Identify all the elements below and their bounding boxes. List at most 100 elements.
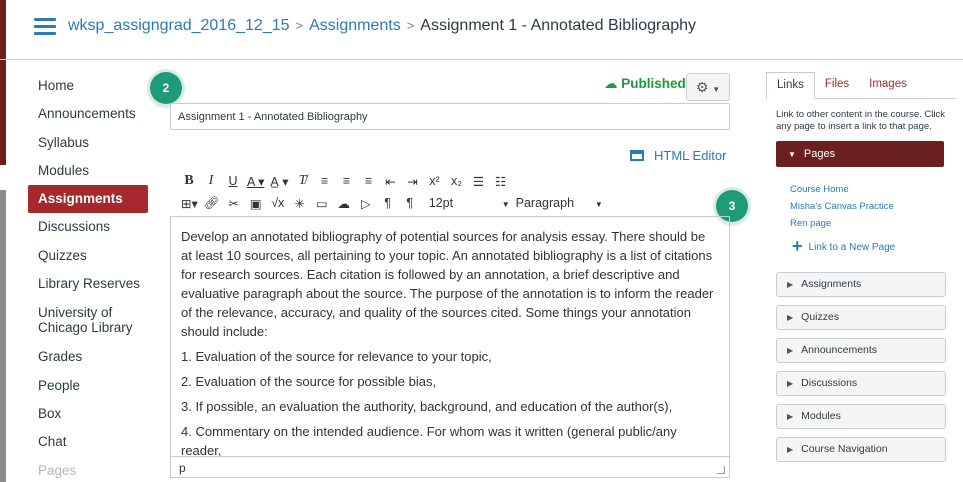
- clear-formatting-icon[interactable]: T̸: [292, 173, 314, 189]
- underline-button[interactable]: U: [222, 174, 244, 188]
- breadcrumb-current: Assignment 1 - Annotated Bibliography: [420, 17, 697, 34]
- editor-statusbar: p: [170, 456, 730, 478]
- nav-item-announcements[interactable]: Announcements: [28, 100, 148, 128]
- page-link-course-home[interactable]: Course Home: [790, 181, 956, 198]
- editor-paragraph: 4. Commentary on the intended audience. …: [181, 424, 677, 456]
- resize-handle-icon[interactable]: [717, 466, 725, 474]
- media-icon[interactable]: ▷: [355, 196, 377, 211]
- step-badge-2: 2: [150, 72, 182, 104]
- published-status[interactable]: ☁ Published: [604, 76, 686, 92]
- accordion-label: Course Navigation: [801, 443, 888, 455]
- plus-icon: +: [792, 236, 803, 256]
- accordion-label: Announcements: [801, 344, 878, 356]
- editor-paragraph: 2. Evaluation of the source for possible…: [181, 374, 437, 389]
- math-icon[interactable]: √x: [267, 196, 289, 210]
- nav-item-discussions[interactable]: Discussions: [28, 213, 148, 241]
- rtl-icon[interactable]: ¶: [399, 196, 421, 210]
- breadcrumb: wksp_assigngrad_2016_12_15 > Assignments > A…: [68, 17, 696, 35]
- caret-right-icon: ▶: [787, 412, 794, 421]
- nav-item-syllabus[interactable]: Syllabus: [28, 129, 148, 157]
- image-icon[interactable]: ▣: [245, 196, 267, 211]
- block-format-value: Paragraph: [515, 196, 575, 210]
- indent-icon[interactable]: ⇥: [402, 174, 424, 189]
- new-page-link[interactable]: + Link to a New Page: [792, 236, 956, 256]
- tab-files[interactable]: Files: [815, 72, 859, 98]
- caret-down-icon: ▼: [594, 200, 603, 209]
- links-help-text: Link to other content in the course. Cli…: [776, 109, 945, 132]
- settings-menu-button[interactable]: ⚙ ▼: [686, 73, 730, 101]
- table-icon[interactable]: ⊞▾: [178, 196, 201, 211]
- accordion-modules[interactable]: ▶ Modules: [776, 404, 946, 429]
- editor-paragraph: Develop an annotated bibliography of pot…: [181, 229, 714, 339]
- nav-item-library-reserves[interactable]: Library Reserves: [28, 270, 148, 298]
- accordion-quizzes[interactable]: ▶ Quizzes: [776, 305, 946, 330]
- align-right-icon[interactable]: ≡: [358, 174, 380, 188]
- align-center-icon[interactable]: ≡: [336, 174, 358, 188]
- chevron-right-icon: >: [406, 18, 415, 33]
- superscript-icon[interactable]: x²: [424, 174, 446, 188]
- page-header: wksp_assigngrad_2016_12_15 > Assignments > A…: [0, 0, 963, 60]
- pages-header-label: Pages: [803, 148, 836, 160]
- html-editor-link[interactable]: HTML Editor: [630, 148, 726, 163]
- ltr-icon[interactable]: ¶: [377, 196, 399, 210]
- subscript-icon[interactable]: x₂: [446, 174, 468, 188]
- bold-button[interactable]: B: [178, 173, 200, 189]
- nav-item-home[interactable]: Home: [28, 72, 148, 100]
- chevron-right-icon: >: [295, 18, 304, 33]
- content-selector-panel: Links Files Images Link to other content…: [766, 72, 956, 470]
- published-label: Published: [621, 76, 686, 91]
- html-editor-label: HTML Editor: [654, 148, 727, 163]
- bullet-list-icon[interactable]: ☰: [468, 174, 490, 189]
- page-link-ren-page[interactable]: Ren page: [790, 215, 956, 232]
- box-icon[interactable]: ▭: [311, 196, 333, 211]
- pages-accordion-header[interactable]: ▼ Pages: [776, 141, 944, 167]
- numbered-list-icon[interactable]: ☷: [490, 174, 512, 189]
- nav-item-chat[interactable]: Chat: [28, 428, 148, 456]
- nav-item-modules[interactable]: Modules: [28, 157, 148, 185]
- nav-item-pages[interactable]: Pages: [28, 457, 148, 482]
- unlink-icon[interactable]: ✂: [223, 196, 245, 211]
- accordion-label: Quizzes: [801, 311, 840, 323]
- accordion-discussions[interactable]: ▶ Discussions: [776, 371, 946, 396]
- cloud-icon[interactable]: ☁: [333, 196, 355, 211]
- content-tabs: Links Files Images: [766, 72, 956, 99]
- align-left-icon[interactable]: ≡: [314, 174, 336, 188]
- tab-images[interactable]: Images: [859, 72, 917, 98]
- caret-right-icon: ▶: [787, 346, 794, 355]
- caret-right-icon: ▶: [787, 313, 794, 322]
- nav-item-people[interactable]: People: [28, 372, 148, 400]
- page-link-canvas-practice[interactable]: Misha's Canvas Practice: [790, 198, 956, 215]
- apps-icon[interactable]: ✳: [289, 196, 311, 211]
- block-format-select[interactable]: Paragraph ▼: [516, 196, 603, 210]
- element-path[interactable]: p: [179, 461, 186, 475]
- outdent-icon[interactable]: ⇤: [380, 174, 402, 189]
- nav-item-grades[interactable]: Grades: [28, 343, 148, 371]
- accordion-announcements[interactable]: ▶ Announcements: [776, 338, 946, 363]
- assignment-title-input[interactable]: [170, 103, 730, 130]
- nav-item-uchicago-library[interactable]: University of Chicago Library: [28, 298, 148, 343]
- tab-links[interactable]: Links: [766, 72, 815, 99]
- editor-paragraph: 3. If possible, an evaluation the author…: [181, 399, 673, 414]
- rich-content-editor[interactable]: Develop an annotated bibliography of pot…: [170, 216, 730, 456]
- new-page-label: Link to a New Page: [808, 242, 896, 253]
- breadcrumb-course-link[interactable]: wksp_assigngrad_2016_12_15: [68, 17, 290, 34]
- breadcrumb-assignments-link[interactable]: Assignments: [309, 17, 401, 34]
- font-size-select[interactable]: 12pt ▼: [429, 196, 510, 210]
- accordion-label: Modules: [801, 410, 841, 422]
- italic-button[interactable]: I: [200, 173, 222, 189]
- accordion-assignments[interactable]: ▶ Assignments: [776, 272, 946, 297]
- text-color-button[interactable]: A ▾: [244, 174, 267, 189]
- nav-item-quizzes[interactable]: Quizzes: [28, 242, 148, 270]
- nav-item-assignments[interactable]: Assignments: [28, 185, 148, 214]
- font-size-value: 12pt: [428, 196, 454, 210]
- caret-right-icon: ▶: [787, 445, 794, 454]
- keyboard-icon: [630, 150, 644, 161]
- caret-right-icon: ▶: [787, 379, 794, 388]
- caret-down-icon: ▼: [501, 200, 510, 209]
- accordion-course-navigation[interactable]: ▶ Course Navigation: [776, 437, 946, 462]
- nav-item-box[interactable]: Box: [28, 400, 148, 428]
- left-accent-strip-lower: [0, 190, 6, 482]
- background-color-button[interactable]: A̲ ▾: [267, 174, 291, 189]
- link-icon[interactable]: 🔗︎: [201, 196, 223, 211]
- hamburger-menu-icon[interactable]: [34, 18, 56, 36]
